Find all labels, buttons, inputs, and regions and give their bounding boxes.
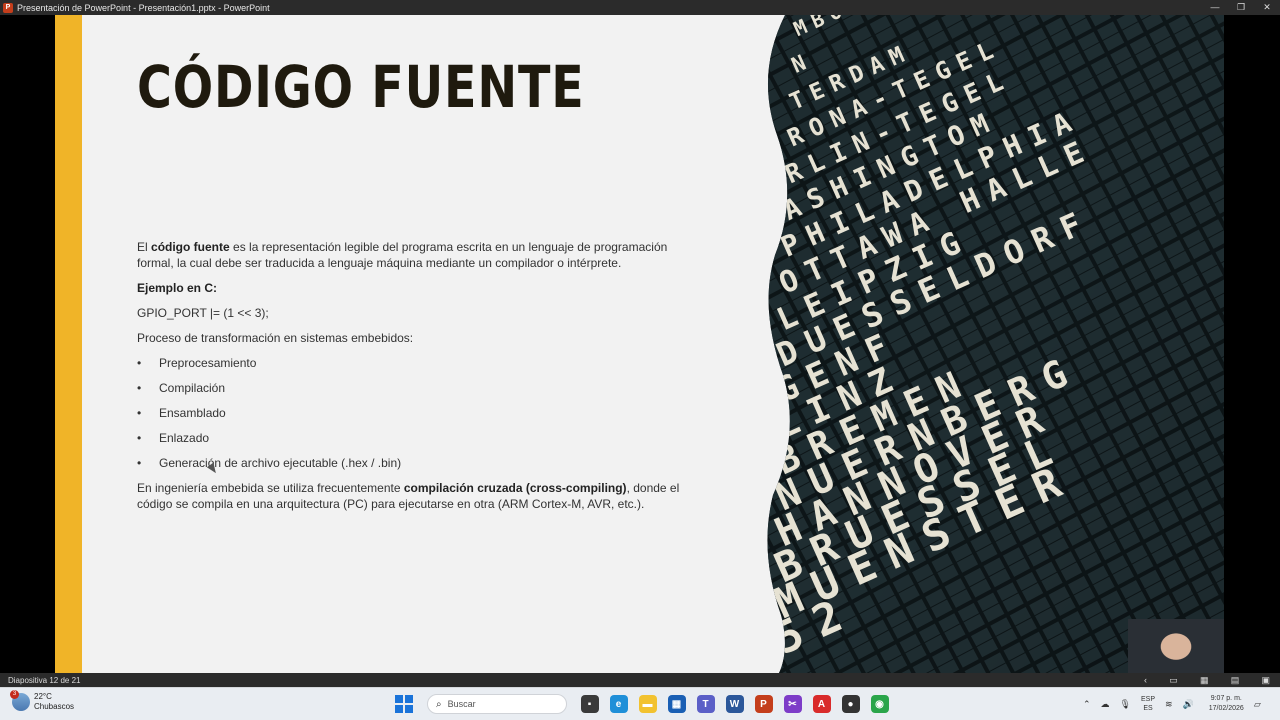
normal-view-icon[interactable]: ▭ (1169, 675, 1178, 685)
search-icon: ⌕ (436, 698, 442, 710)
process-list: Preprocesamiento Compilación Ensamblado … (137, 355, 707, 471)
weather-widget[interactable]: 3 22°C Chubascos (10, 690, 74, 712)
example-heading-text: Ejemplo en C: (137, 281, 218, 295)
file-explorer-icon[interactable]: ▬ (638, 695, 657, 713)
window-controls: — ❐ ✕ (1202, 2, 1280, 13)
taskbar-search[interactable]: ⌕ Buscar (427, 694, 567, 714)
wifi-icon[interactable]: ≋ (1165, 699, 1173, 710)
title-bar: P Presentación de PowerPoint - Presentac… (0, 0, 1280, 15)
list-item: Ensamblado (137, 405, 707, 421)
list-item: Preprocesamiento (137, 355, 707, 371)
slide-body: El código fuente es la representación le… (137, 239, 707, 521)
closing-paragraph: En ingeniería embebida se utiliza frecue… (137, 480, 707, 512)
intro-paragraph: El código fuente es la representación le… (137, 239, 707, 271)
weather-temp: 22°C (34, 692, 52, 701)
list-item: Compilación (137, 380, 707, 396)
language-top: ESP (1140, 696, 1155, 703)
start-button[interactable] (395, 695, 413, 713)
language-indicator[interactable]: ESP ES (1141, 695, 1155, 713)
search-placeholder: Buscar (447, 699, 476, 709)
slide-counter: Diapositiva 12 de 21 (8, 675, 81, 685)
status-icons: ‹ ▭ ▦ ▤ ▣ (1134, 675, 1280, 686)
chevron-up-icon[interactable]: ⌃ (1083, 699, 1091, 710)
status-bar: Diapositiva 12 de 21 ‹ ▭ ▦ ▤ ▣ (0, 673, 1280, 687)
weather-desc: Chubascos (34, 702, 75, 711)
powerpoint-icon: P (3, 2, 13, 13)
weather-text: 22°C Chubascos (34, 692, 74, 712)
slideshow-icon[interactable]: ▣ (1261, 675, 1270, 685)
store-icon[interactable]: ▦ (667, 695, 686, 713)
minimize-button[interactable]: — (1202, 2, 1228, 13)
weather-badge: 3 (10, 690, 19, 699)
accent-bar (55, 15, 82, 673)
closing-text-bold: compilación cruzada (cross-compiling) (403, 481, 627, 495)
example-heading: Ejemplo en C: (137, 280, 707, 296)
slide-title: CÓDIGO FUENTE (137, 53, 585, 121)
process-heading: Proceso de transformación en sistemas em… (137, 331, 414, 345)
onedrive-icon[interactable]: ☁ (1101, 699, 1110, 710)
system-tray: ⌃ ☁ 🎙 ESP ES ≋ 🔊 9:07 p. m. 17/02/2026 ▱ (1078, 694, 1266, 714)
previous-icon[interactable]: ‹ (1144, 675, 1147, 685)
edge-icon[interactable]: e (609, 695, 628, 713)
list-item: Generación de archivo ejecutable (.hex /… (137, 455, 707, 471)
language-bottom: ES (1143, 705, 1153, 712)
clock[interactable]: 9:07 p. m. 17/02/2026 (1209, 694, 1244, 714)
closing-text-pre: En ingeniería embebida se utiliza frecue… (137, 481, 404, 495)
clock-time: 9:07 p. m. (1210, 695, 1242, 702)
acrobat-icon[interactable]: A (812, 695, 831, 713)
reading-view-icon[interactable]: ▤ (1231, 675, 1240, 685)
taskbar-center: ⌕ Buscar ▪ e ▬ ▦ T W P ✂ A ● ◉ (395, 694, 894, 714)
slide[interactable]: CÓDIGO FUENTE El código fuente es la rep… (55, 15, 1224, 673)
powerpoint-taskbar-icon[interactable]: P (754, 695, 773, 713)
notifications-icon[interactable]: ▱ (1254, 699, 1261, 710)
close-button[interactable]: ✕ (1254, 2, 1280, 13)
snipping-tool-icon[interactable]: ✂ (783, 695, 802, 713)
grid-view-icon[interactable]: ▦ (1200, 675, 1209, 685)
intro-text-pre: El (137, 240, 152, 254)
window-title: Presentación de PowerPoint - Presentació… (17, 2, 270, 13)
volume-icon[interactable]: 🔊 (1183, 699, 1194, 710)
example-code: GPIO_PORT |= (1 << 3); (137, 306, 269, 320)
app-icon-dark[interactable]: ● (841, 695, 860, 713)
chrome-icon[interactable]: ◉ (870, 695, 889, 713)
weather-icon: 3 (10, 690, 30, 711)
list-item: Enlazado (137, 430, 707, 446)
intro-text-bold: código fuente (151, 240, 230, 254)
clock-date: 17/02/2026 (1208, 705, 1244, 712)
restore-button[interactable]: ❐ (1228, 2, 1254, 13)
teams-icon[interactable]: T (696, 695, 715, 713)
task-view-icon[interactable]: ▪ (580, 695, 599, 713)
microphone-icon[interactable]: 🎙 (1120, 699, 1131, 710)
departure-board-image: MBONTERDAMRONA-TEGELRLIN-TEGELASHINGTOMP… (767, 15, 1224, 673)
taskbar: 3 22°C Chubascos ⌕ Buscar ▪ e ▬ ▦ T W P … (0, 687, 1280, 720)
slideshow-stage: CÓDIGO FUENTE El código fuente es la rep… (0, 15, 1280, 688)
word-icon[interactable]: W (725, 695, 744, 713)
